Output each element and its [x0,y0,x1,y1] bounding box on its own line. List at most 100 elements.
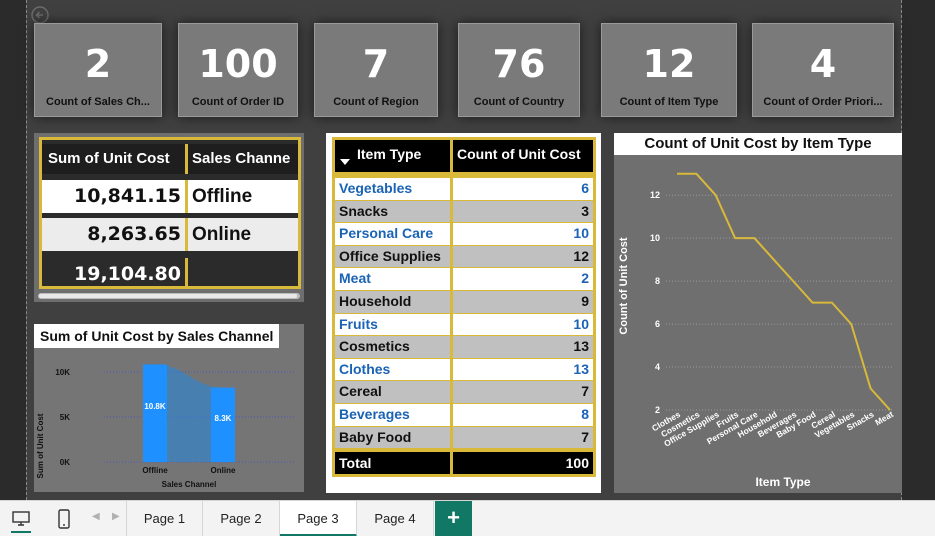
tab-page-4[interactable]: Page 4 [357,501,434,536]
y-tick-label: 0K [60,458,70,467]
kpi-label: Count of Region [333,96,419,108]
table-cell-item-type: Office Supplies [335,245,450,269]
kpi-card-order-id[interactable]: 100 Count of Order ID [178,23,298,117]
table-total-row: Total 100 [335,452,593,474]
matrix-cell-channel: Online [192,224,252,245]
sales-channel-chart-card[interactable]: Sum of Unit Cost by Sales Channel 10.8K O… [34,324,304,492]
table-row[interactable]: Office Supplies 12 [335,245,593,269]
previous-page-icon[interactable]: ◀ [92,511,100,522]
table-cell-count: 13 [453,336,593,359]
table-row[interactable]: Clothes 13 [335,358,593,382]
bar [211,387,235,462]
table-body: Vegetables 6 Snacks 3 Personal Care 10 Office … [335,178,593,450]
table-cell-item-type: Beverages [335,403,450,427]
table-cell-item-type: Cosmetics [335,336,450,359]
x-tick-label: Meat [873,409,895,427]
x-axis-title: Item Type [755,475,810,489]
bar [143,364,167,462]
kpi-value: 2 [84,42,112,86]
mobile-view-button[interactable] [50,505,78,533]
table-cell-count: 9 [453,290,593,314]
matrix-total-blank [188,258,298,286]
table-row[interactable]: Fruits 10 [335,313,593,337]
table-header-row: Item Type Count of Unit Cost [335,140,593,172]
unit-cost-matrix[interactable]: Sum of Unit Cost Sales Channe 10,841.15 … [34,133,304,302]
matrix-cell-channel: Offline [192,186,253,207]
add-page-button[interactable]: + [435,501,472,536]
y-tick-label: 8 [655,276,660,286]
table-row[interactable]: Meat 2 [335,268,593,291]
kpi-card-country[interactable]: 76 Count of Country [458,23,580,117]
y-tick-label: 5K [60,413,70,422]
table-cell-item-type: Meat [335,268,450,291]
table-row[interactable]: Personal Care 10 [335,223,593,246]
desktop-view-button[interactable] [7,505,35,533]
matrix-horizontal-scrollbar[interactable] [38,293,300,299]
table-cell-count: 3 [453,200,593,224]
y-axis-title: Sum of Unit Cost [36,413,45,478]
report-canvas: 2 Count of Sales Ch... 100 Count of Orde… [0,0,935,500]
page-tab-bar: ◀ ▶ Page 1 Page 2 Page 3 Page 4 + [0,500,935,536]
table-cell-count: 10 [453,223,593,246]
table-header-item-type[interactable]: Item Type [335,140,450,172]
tab-page-3[interactable]: Page 3 [280,501,357,536]
matrix-total-row: 19,104.80 [42,258,298,286]
table-total-label: Total [335,452,450,474]
matrix-row[interactable]: 10,841.15 Offline [42,180,298,213]
table-row[interactable]: Household 9 [335,290,593,314]
y-axis-title: Count of Unit Cost [618,237,630,334]
item-type-table-card[interactable]: Item Type Count of Unit Cost Vegetables 6… [326,133,601,493]
table-cell-count: 13 [453,358,593,382]
matrix-header-channel[interactable]: Sales Channe [188,144,298,174]
table-cell-count: 7 [453,381,593,404]
kpi-card-sales-channel[interactable]: 2 Count of Sales Ch... [34,23,162,117]
kpi-card-region[interactable]: 7 Count of Region [314,23,438,117]
sort-descending-icon[interactable] [340,159,350,165]
table-row[interactable]: Baby Food 7 [335,426,593,450]
matrix-row[interactable]: 8,263.65 Online [42,218,298,251]
table-row[interactable]: Snacks 3 [335,200,593,224]
table-cell-count: 6 [453,178,593,201]
table-cell-item-type: Baby Food [335,426,450,450]
scrollbar-thumb[interactable] [39,294,297,298]
kpi-label: Count of Country [473,96,565,108]
kpi-value: 76 [492,42,546,86]
table-row[interactable]: Beverages 8 [335,403,593,427]
table-cell-item-type: Fruits [335,313,450,337]
kpi-label: Count of Order Priori... [763,96,883,108]
table-cell-count: 2 [453,268,593,291]
y-tick-label: 10K [55,368,70,377]
kpi-card-item-type[interactable]: 12 Count of Item Type [601,23,737,117]
kpi-value: 12 [642,42,696,86]
data-label: 10.8K [144,402,166,411]
table-row[interactable]: Cereal 7 [335,381,593,404]
matrix-cell-cost: 10,841.15 [42,180,188,213]
tab-page-1[interactable]: Page 1 [126,501,203,536]
matrix-total-cost: 19,104.80 [42,258,188,286]
kpi-label: Count of Sales Ch... [46,96,150,108]
sales-channel-chart: 10.8K Offline 8.3K Online 0K 5K 10K Sum of Un… [36,364,294,489]
y-tick-label: 4 [655,362,660,372]
header-label: Item Type [357,146,422,162]
line-series[interactable] [677,172,891,411]
x-tick-label: Offline [142,466,168,475]
matrix-header-cost[interactable]: Sum of Unit Cost [42,144,188,174]
table-total-value: 100 [453,452,593,474]
matrix-header-row: Sum of Unit Cost Sales Channe [42,144,298,174]
y-tick-label: 2 [655,405,660,415]
kpi-card-order-priority[interactable]: 4 Count of Order Priori... [752,23,894,117]
kpi-value: 7 [362,42,390,86]
y-tick-label: 12 [650,190,660,200]
item-type-table: Item Type Count of Unit Cost Vegetables 6… [332,137,596,477]
kpi-value: 4 [809,42,837,86]
item-type-line-chart-card[interactable]: Count of Unit Cost by Item Type 2 4 6 8 10 12… [614,133,902,493]
table-cell-item-type: Personal Care [335,223,450,246]
next-page-icon[interactable]: ▶ [112,511,120,522]
kpi-value: 100 [198,42,278,86]
back-arrow-icon[interactable] [30,5,50,25]
table-header-count[interactable]: Count of Unit Cost [453,140,593,172]
table-row[interactable]: Cosmetics 13 [335,336,593,359]
y-tick-label: 10 [650,233,660,243]
table-row[interactable]: Vegetables 6 [335,178,593,201]
tab-page-2[interactable]: Page 2 [203,501,280,536]
